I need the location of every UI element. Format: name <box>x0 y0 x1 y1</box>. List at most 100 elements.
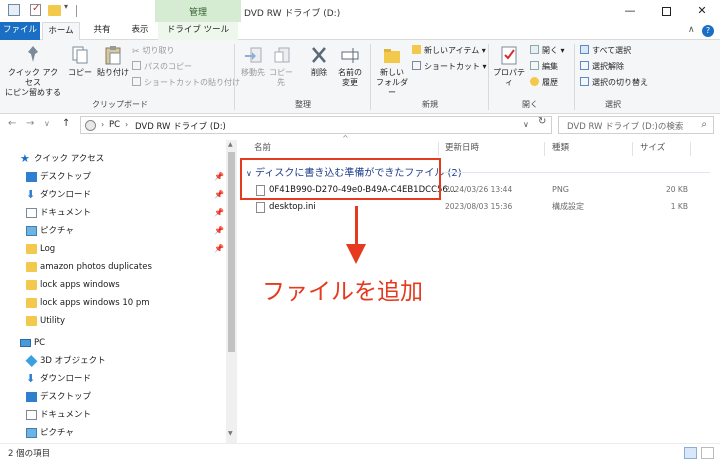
scroll-down-icon[interactable]: ▼ <box>228 430 233 437</box>
annotation-arrow-shaft <box>355 206 358 246</box>
nav-pane-scrollbar[interactable]: ▲ ▼ <box>226 140 237 443</box>
file-date: 2024/03/26 13:44 <box>445 185 513 194</box>
nav-folder-lock-apps-windows[interactable]: lock apps windows <box>0 276 226 294</box>
nav-downloads[interactable]: ⬇ ダウンロード 📌 <box>0 186 226 204</box>
rename-button[interactable]: 名前の 変更 <box>336 44 364 88</box>
tab-view[interactable]: 表示 <box>122 22 158 40</box>
tab-file[interactable]: ファイル <box>0 22 40 40</box>
pin-icon[interactable]: 📌 <box>214 204 224 222</box>
new-item-button[interactable]: 新しいアイテム ▾ <box>412 45 486 57</box>
nav-item-label: amazon photos duplicates <box>40 262 152 272</box>
nav-item-label: クイック アクセス <box>34 154 105 164</box>
details-view-button[interactable] <box>684 447 697 459</box>
nav-pc-documents[interactable]: ドキュメント <box>0 406 226 424</box>
nav-pc[interactable]: PC <box>0 334 226 352</box>
column-divider[interactable] <box>544 142 545 156</box>
nav-folder-lock-apps-windows-10-pm[interactable]: lock apps windows 10 pm <box>0 294 226 312</box>
tab-home[interactable]: ホーム <box>42 22 80 41</box>
delete-button[interactable]: 削除 <box>306 44 332 78</box>
refresh-button[interactable]: ↻ <box>538 116 546 127</box>
nav-desktop[interactable]: デスクトップ 📌 <box>0 168 226 186</box>
invert-selection-button[interactable]: 選択の切り替え <box>580 77 648 89</box>
copy-to-button[interactable]: コピー先 <box>266 44 296 88</box>
pin-icon[interactable]: 📌 <box>214 240 224 258</box>
maximize-button[interactable] <box>648 0 684 22</box>
minimize-button[interactable]: — <box>612 0 648 22</box>
download-icon: ⬇ <box>26 372 36 385</box>
pin-icon[interactable]: 📌 <box>214 168 224 186</box>
nav-folder-amazon-photos-duplicates[interactable]: amazon photos duplicates <box>0 258 226 276</box>
pin-to-quick-access-button[interactable]: クイック アクセス にピン留めする <box>4 44 62 98</box>
tab-share[interactable]: 共有 <box>84 22 120 40</box>
up-button[interactable]: ↑ <box>62 118 70 129</box>
properties-quick-icon[interactable] <box>30 3 41 16</box>
tab-drive-tools[interactable]: ドライブ ツール <box>158 22 238 40</box>
quick-access-divider <box>76 5 77 17</box>
scrollbar-thumb[interactable] <box>228 152 235 352</box>
pin-icon[interactable]: 📌 <box>214 186 224 204</box>
context-tab-group-label: 管理 <box>188 8 207 18</box>
edit-button[interactable]: 編集 <box>530 61 558 73</box>
nav-item-label: ピクチャ <box>40 226 74 236</box>
new-folder-icon <box>382 44 402 66</box>
rename-label: 名前の 変更 <box>338 68 362 87</box>
address-dropdown[interactable]: ∨ <box>523 120 529 129</box>
nav-pictures[interactable]: ピクチャ 📌 <box>0 222 226 240</box>
folder-icon <box>26 262 37 272</box>
close-button[interactable]: ✕ <box>684 0 720 22</box>
recent-locations-dropdown[interactable]: ∨ <box>44 119 50 128</box>
nav-documents[interactable]: ドキュメント 📌 <box>0 204 226 222</box>
select-none-button[interactable]: 選択解除 <box>580 61 624 73</box>
navigation-pane[interactable]: ★ クイック アクセス デスクトップ 📌 ⬇ ダウンロード 📌 ドキュメント 📌… <box>0 140 238 443</box>
nav-folder-utility[interactable]: Utility <box>0 312 226 330</box>
cut-button[interactable]: ✂ 切り取り <box>132 45 175 57</box>
ribbon-divider <box>574 44 575 110</box>
nav-folder-log[interactable]: Log 📌 <box>0 240 226 258</box>
column-divider[interactable] <box>690 142 691 156</box>
paste-shortcut-button[interactable]: ショートカットの貼り付け <box>132 77 240 89</box>
properties-button[interactable]: プロパティ <box>490 44 528 88</box>
column-header-type[interactable]: 種類 <box>552 140 569 156</box>
paste-button[interactable]: 貼り付け <box>96 44 130 78</box>
settings-file-icon <box>256 202 265 213</box>
rename-icon <box>340 44 360 66</box>
nav-pc-desktop[interactable]: デスクトップ <box>0 388 226 406</box>
file-date: 2023/08/03 15:36 <box>445 202 513 211</box>
open-button[interactable]: 開く ▾ <box>530 45 565 57</box>
download-icon: ⬇ <box>26 188 36 201</box>
copy-path-icon <box>132 61 141 70</box>
select-all-button[interactable]: すべて選択 <box>580 45 631 57</box>
column-header-size[interactable]: サイズ <box>640 140 665 156</box>
nav-item-label: lock apps windows 10 pm <box>40 298 150 308</box>
file-row[interactable]: desktop.ini 2023/08/03 15:36 構成設定 1 KB <box>238 199 720 215</box>
large-icons-view-button[interactable] <box>701 447 714 459</box>
help-icon[interactable]: ? <box>702 25 714 37</box>
nav-quick-access[interactable]: ★ クイック アクセス <box>0 150 226 168</box>
customize-quick-access-dropdown[interactable]: ▾ <box>64 2 72 16</box>
history-button[interactable]: 履歴 <box>530 77 558 89</box>
nav-pc-pictures[interactable]: ピクチャ <box>0 424 226 442</box>
search-input[interactable]: DVD RW ドライブ (D:)の検索 ⌕ <box>558 116 714 134</box>
nav-pc-downloads[interactable]: ⬇ ダウンロード <box>0 370 226 388</box>
pin-icon[interactable]: 📌 <box>214 222 224 240</box>
nav-3d-objects[interactable]: 3D オブジェクト <box>0 352 226 370</box>
column-divider[interactable] <box>438 142 439 156</box>
copy-button[interactable]: コピー <box>66 44 94 78</box>
breadcrumb-dvd-drive[interactable]: DVD RW ドライブ (D:) <box>135 120 226 132</box>
back-button[interactable]: ← <box>8 118 16 129</box>
easy-access-shortcut-button[interactable]: ショートカット ▾ <box>412 61 487 73</box>
move-to-button[interactable]: 移動先 <box>238 44 268 78</box>
forward-button[interactable]: → <box>26 118 34 129</box>
new-folder-quick-icon[interactable] <box>48 5 61 16</box>
new-folder-button[interactable]: 新しい フォルダー <box>374 44 410 98</box>
address-field[interactable]: › PC › DVD RW ドライブ (D:) ∨ <box>80 116 552 134</box>
breadcrumb-pc[interactable]: PC <box>109 120 120 130</box>
column-divider[interactable] <box>632 142 633 156</box>
copy-path-button[interactable]: パスのコピー <box>132 61 192 73</box>
column-header-name[interactable]: 名前 <box>254 140 271 156</box>
column-header-date[interactable]: 更新日時 <box>445 140 479 156</box>
scroll-up-icon[interactable]: ▲ <box>228 141 233 148</box>
explorer-app-icon[interactable] <box>8 4 20 16</box>
ribbon-collapse-icon[interactable]: ∧ <box>688 25 695 35</box>
pictures-icon <box>26 226 37 236</box>
